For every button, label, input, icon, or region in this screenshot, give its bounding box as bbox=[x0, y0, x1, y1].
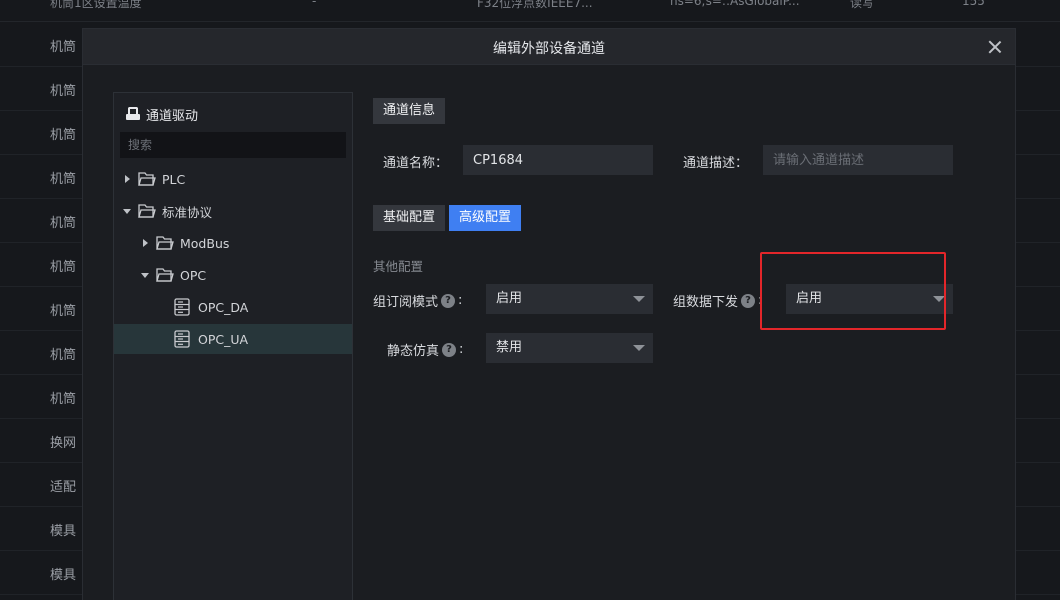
row-label: 机筒 bbox=[50, 260, 77, 275]
tree-node-label: ModBus bbox=[180, 235, 230, 251]
close-icon[interactable] bbox=[985, 37, 1005, 57]
chevron-down-icon bbox=[633, 296, 645, 302]
chevron-down-icon bbox=[633, 345, 645, 351]
static-sim-select[interactable]: 禁用 bbox=[486, 333, 653, 363]
help-icon[interactable]: ? bbox=[741, 293, 756, 308]
tab-basic-config[interactable]: 基础配置 bbox=[373, 205, 446, 231]
help-icon[interactable]: ? bbox=[442, 342, 457, 357]
help-icon[interactable]: ? bbox=[441, 293, 456, 308]
channel-desc-input[interactable] bbox=[763, 145, 953, 175]
row-label: 机筒 bbox=[50, 128, 77, 143]
channel-desc-label: 通道描述： bbox=[683, 156, 749, 171]
folder-open-icon bbox=[156, 236, 174, 250]
cell-col6: 155 bbox=[962, 0, 985, 8]
tree-node-modbus[interactable]: ModBus bbox=[114, 228, 352, 258]
select-value: 禁用 bbox=[496, 340, 523, 355]
caret-right-icon[interactable] bbox=[140, 238, 150, 248]
tree-node-opc-ua[interactable]: OPC_UA bbox=[114, 324, 352, 354]
folder-open-icon bbox=[138, 172, 156, 186]
tab-advanced-config[interactable]: 高级配置 bbox=[449, 205, 522, 231]
dialog-header: 编辑外部设备通道 bbox=[83, 29, 1015, 65]
cell-name: 机筒1区设置温度 bbox=[50, 0, 142, 10]
folder-open-icon bbox=[138, 204, 156, 218]
caret-down-icon[interactable] bbox=[122, 206, 132, 216]
other-config-heading: 其他配置 bbox=[373, 259, 424, 274]
tree-node-standard-protocol[interactable]: 标准协议 bbox=[114, 196, 352, 226]
cell-col4: ns=6;s=::AsGlobalP... bbox=[670, 0, 800, 8]
tree-node-opc[interactable]: OPC bbox=[114, 260, 352, 290]
highlight-annotation-box bbox=[760, 252, 946, 330]
cell-col5: 读写 bbox=[850, 0, 875, 10]
tree-heading: 通道驱动 bbox=[126, 105, 199, 124]
label-colon: : bbox=[459, 342, 464, 357]
row-label: 机筒 bbox=[50, 216, 77, 231]
static-sim-label: 静态仿真 ? : bbox=[387, 340, 463, 359]
row-label: 换网 bbox=[50, 436, 77, 451]
row-label: 机筒 bbox=[50, 84, 77, 99]
tree-heading-label: 通道驱动 bbox=[146, 108, 199, 124]
subscription-mode-label: 组订阅模式 ? : bbox=[373, 291, 462, 310]
edit-channel-dialog: 编辑外部设备通道 通道驱动 PLC 标准协议 ModBus OPC bbox=[82, 28, 1016, 600]
row-label: 模具 bbox=[50, 524, 77, 539]
tree-node-label: 标准协议 bbox=[162, 204, 213, 220]
select-value: 启用 bbox=[496, 291, 523, 306]
row-label: 机筒 bbox=[50, 172, 77, 187]
tree-node-label: OPC_DA bbox=[198, 299, 249, 315]
tree-node-label: PLC bbox=[162, 171, 186, 187]
dialog-title: 编辑外部设备通道 bbox=[493, 41, 605, 57]
drive-icon bbox=[126, 107, 140, 121]
server-icon bbox=[174, 330, 190, 348]
table-row: 机筒1区设置温度 - F32位浮点数IEEE7... ns=6;s=::AsGl… bbox=[0, 0, 1060, 22]
row-label: 机筒 bbox=[50, 392, 77, 407]
cell-col3: F32位浮点数IEEE7... bbox=[477, 0, 593, 10]
subscription-mode-label-text: 组订阅模式 bbox=[373, 295, 439, 310]
tree-search-input[interactable] bbox=[120, 132, 346, 158]
row-label: 机筒 bbox=[50, 304, 77, 319]
row-label: 模具 bbox=[50, 568, 77, 583]
row-label: 机筒 bbox=[50, 348, 77, 363]
row-label: 适配 bbox=[50, 480, 77, 495]
channel-driver-tree: 通道驱动 PLC 标准协议 ModBus OPC OPC_DA bbox=[113, 92, 353, 600]
folder-open-icon bbox=[156, 268, 174, 282]
group-write-label-text: 组数据下发 bbox=[673, 295, 739, 310]
server-icon bbox=[174, 298, 190, 316]
group-write-label: 组数据下发 ? : bbox=[673, 291, 762, 310]
tree-node-opc-da[interactable]: OPC_DA bbox=[114, 292, 352, 322]
channel-name-input[interactable] bbox=[463, 145, 653, 175]
caret-down-icon[interactable] bbox=[140, 270, 150, 280]
tree-node-label: OPC_UA bbox=[198, 331, 249, 347]
tree-node-label: OPC bbox=[180, 267, 207, 283]
channel-info-section-label: 通道信息 bbox=[373, 98, 446, 124]
caret-right-icon[interactable] bbox=[122, 174, 132, 184]
cell-col2: - bbox=[312, 0, 317, 8]
channel-name-label: 通道名称： bbox=[383, 156, 449, 171]
tree-node-plc[interactable]: PLC bbox=[114, 164, 352, 194]
subscription-mode-select[interactable]: 启用 bbox=[486, 284, 653, 314]
static-sim-label-text: 静态仿真 bbox=[387, 344, 440, 359]
row-label: 机筒 bbox=[50, 40, 77, 55]
label-colon: : bbox=[458, 293, 463, 308]
